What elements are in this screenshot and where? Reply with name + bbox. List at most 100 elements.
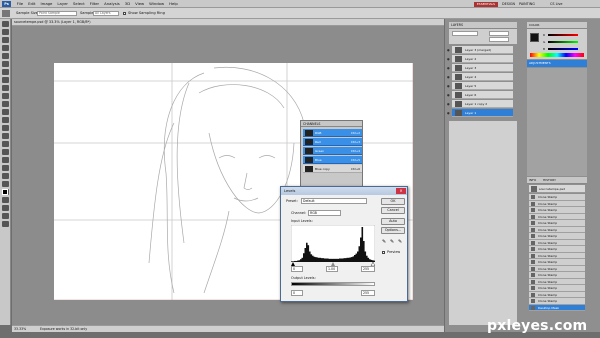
fill-input[interactable] bbox=[489, 37, 509, 42]
tool-icon[interactable] bbox=[2, 221, 9, 227]
cancel-button[interactable]: Cancel bbox=[381, 207, 405, 214]
tool-icon[interactable] bbox=[2, 157, 9, 163]
tool-icon[interactable] bbox=[2, 165, 9, 171]
preset-select[interactable]: Default bbox=[301, 198, 367, 204]
input-black-field[interactable]: 0 bbox=[291, 266, 303, 272]
tool-icon[interactable] bbox=[2, 197, 9, 203]
layer-row[interactable]: Layer 1 ● bbox=[447, 109, 513, 117]
document-tab[interactable]: sourcetempe.psd @ 33.3% (Layer 1, RGB/8*… bbox=[12, 19, 444, 26]
menu-edit[interactable]: Edit bbox=[26, 0, 38, 8]
black-eyedropper-icon[interactable]: ✎ bbox=[382, 239, 386, 245]
layer-row[interactable]: Layer 5 ● bbox=[447, 82, 513, 90]
sample-select[interactable]: All Layers bbox=[93, 11, 119, 16]
channel-row[interactable]: Red Ctrl+3 bbox=[303, 138, 362, 146]
output-white-field[interactable]: 255 bbox=[361, 290, 375, 296]
visibility-eye-icon[interactable]: ● bbox=[447, 75, 450, 79]
menu-layer[interactable]: Layer bbox=[55, 0, 71, 8]
layer-row[interactable]: Layer 3 ● bbox=[447, 64, 513, 72]
menu-analysis[interactable]: Analysis bbox=[102, 0, 123, 8]
tab-info[interactable]: INFO bbox=[529, 177, 536, 184]
zoom-level[interactable]: 33.33% bbox=[14, 326, 26, 333]
preview-checkbox[interactable] bbox=[382, 251, 385, 254]
tool-icon[interactable] bbox=[2, 101, 9, 107]
history-item-current[interactable]: Desktop Mask bbox=[529, 304, 585, 311]
menu-window[interactable]: Window bbox=[147, 0, 167, 8]
tool-icon[interactable] bbox=[2, 29, 9, 35]
menu-image[interactable]: Image bbox=[38, 0, 55, 8]
tab-history[interactable]: HISTORY bbox=[543, 177, 556, 184]
white-eyedropper-icon[interactable]: ✎ bbox=[398, 239, 402, 245]
gray-eyedropper-icon[interactable]: ✎ bbox=[390, 239, 394, 245]
green-slider[interactable] bbox=[548, 41, 578, 43]
tool-icon[interactable] bbox=[2, 77, 9, 83]
tool-icon[interactable] bbox=[2, 133, 9, 139]
cs-live-button[interactable]: CS Live bbox=[550, 0, 563, 8]
tool-icon[interactable] bbox=[2, 181, 9, 187]
tool-icon[interactable] bbox=[2, 53, 9, 59]
visibility-eye-icon[interactable]: ● bbox=[447, 66, 450, 70]
visibility-eye-icon[interactable]: ● bbox=[447, 111, 450, 115]
eyedropper-tool-icon[interactable] bbox=[2, 10, 10, 17]
tab-color[interactable]: COLOR bbox=[529, 22, 539, 29]
tool-icon[interactable] bbox=[2, 205, 9, 211]
foreground-color-swatch[interactable] bbox=[530, 33, 539, 42]
output-gradient-slider[interactable] bbox=[291, 282, 375, 286]
input-gamma-field[interactable]: 1.00 bbox=[326, 266, 338, 272]
menu-file[interactable]: File bbox=[14, 0, 25, 8]
visibility-eye-icon[interactable]: ● bbox=[447, 57, 450, 61]
visibility-eye-icon[interactable]: ● bbox=[447, 102, 450, 106]
visibility-eye-icon[interactable]: ● bbox=[447, 48, 450, 52]
tool-icon[interactable] bbox=[2, 213, 9, 219]
visibility-eye-icon[interactable]: ● bbox=[447, 93, 450, 97]
tool-icon[interactable] bbox=[2, 141, 9, 147]
tool-icon[interactable] bbox=[2, 37, 9, 43]
tool-icon[interactable] bbox=[2, 117, 9, 123]
tool-icon[interactable] bbox=[2, 21, 9, 27]
layer-row[interactable]: Layer 3 (merged) ● bbox=[447, 46, 513, 54]
blend-mode-select[interactable] bbox=[452, 31, 478, 36]
options-button[interactable]: Options... bbox=[381, 227, 405, 234]
red-slider[interactable] bbox=[548, 34, 578, 36]
sample-size-select[interactable]: Point Sample bbox=[37, 11, 77, 16]
layer-row[interactable]: Layer 2 ● bbox=[447, 55, 513, 63]
color-ramp[interactable] bbox=[530, 53, 584, 57]
show-sampling-ring-checkbox[interactable] bbox=[123, 12, 126, 15]
layer-row[interactable]: Layer 6 ● bbox=[447, 91, 513, 99]
workspace-essentials-button[interactable]: ESSENTIALS bbox=[474, 1, 498, 7]
auto-button[interactable]: Auto bbox=[381, 218, 405, 225]
tool-icon[interactable] bbox=[2, 69, 9, 75]
menu-help[interactable]: Help bbox=[167, 0, 181, 8]
workspace-painting-button[interactable]: PAINTING bbox=[519, 0, 535, 8]
tool-icon[interactable] bbox=[2, 173, 9, 179]
tool-icon[interactable] bbox=[2, 125, 9, 131]
tool-icon[interactable] bbox=[2, 109, 9, 115]
layer-row[interactable]: Layer 4 ● bbox=[447, 73, 513, 81]
opacity-input[interactable] bbox=[489, 31, 509, 36]
tool-icon[interactable] bbox=[2, 85, 9, 91]
blue-slider[interactable] bbox=[548, 48, 578, 50]
tool-icon[interactable] bbox=[2, 93, 9, 99]
tab-adjustments[interactable]: ADJUSTMENTS bbox=[529, 60, 551, 67]
history-snapshot[interactable]: sourcetempe.psd bbox=[529, 185, 585, 193]
visibility-eye-icon[interactable]: ● bbox=[447, 84, 450, 88]
ok-button[interactable]: OK bbox=[381, 198, 405, 205]
tool-icon[interactable] bbox=[2, 149, 9, 155]
tool-icon[interactable] bbox=[2, 61, 9, 67]
channel-row[interactable]: Green Ctrl+4 bbox=[303, 147, 362, 155]
foreground-color-icon[interactable] bbox=[2, 189, 8, 195]
tool-icon[interactable] bbox=[2, 45, 9, 51]
menu-filter[interactable]: Filter bbox=[87, 0, 101, 8]
channel-row[interactable]: Blue Ctrl+5 bbox=[303, 156, 362, 164]
output-black-field[interactable]: 0 bbox=[291, 290, 303, 296]
tab-layers[interactable]: LAYERS bbox=[451, 22, 463, 29]
close-icon[interactable]: × bbox=[396, 188, 406, 194]
menu-view[interactable]: View bbox=[133, 0, 147, 8]
input-white-field[interactable]: 255 bbox=[361, 266, 375, 272]
channel-select[interactable]: RGB bbox=[308, 210, 341, 216]
workspace-design-button[interactable]: DESIGN bbox=[502, 0, 515, 8]
menu-select[interactable]: Select bbox=[71, 0, 88, 8]
channel-row[interactable]: RGB Ctrl+2 bbox=[303, 129, 362, 137]
channel-row[interactable]: Blue copy Ctrl+6 bbox=[303, 165, 362, 173]
menu-3d[interactable]: 3D bbox=[122, 0, 132, 8]
layer-row[interactable]: Layer 1 copy 2 ● bbox=[447, 100, 513, 108]
